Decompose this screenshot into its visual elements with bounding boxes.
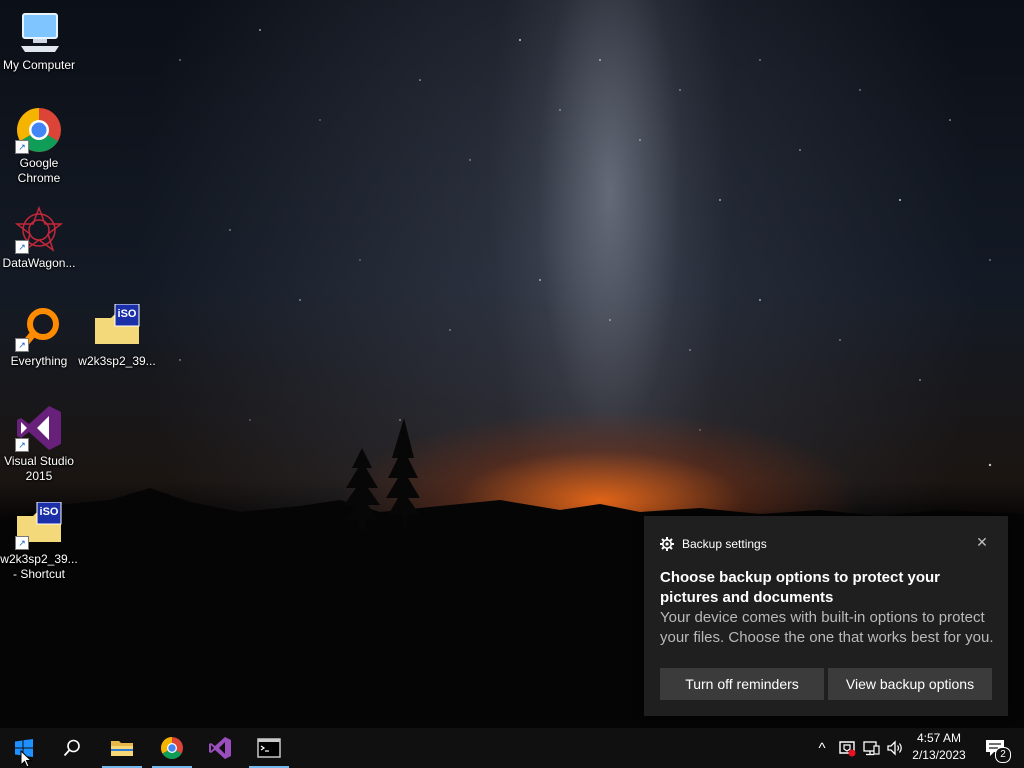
notification-count-badge: 2	[995, 747, 1011, 763]
taskbar: ^ 4:57 AM 2/13/2023 2	[0, 728, 1024, 768]
tray-volume[interactable]	[884, 728, 906, 768]
desktop-icon-iso-shortcut[interactable]: iSO ↗ w2k3sp2_39... - Shortcut	[0, 501, 78, 582]
chrome-icon	[161, 737, 183, 759]
clock-time: 4:57 AM	[916, 731, 962, 745]
toast-header: Backup settings	[660, 536, 767, 552]
taskbar-file-explorer[interactable]	[98, 728, 146, 768]
taskbar-clock[interactable]: 4:57 AM 2/13/2023	[908, 730, 970, 766]
chrome-icon: ↗	[15, 106, 63, 154]
shortcut-arrow-icon: ↗	[15, 438, 29, 452]
iso-file-icon: iSO	[93, 303, 141, 352]
terminal-icon	[257, 738, 281, 758]
desktop-icon-label: w2k3sp2_39... - Shortcut	[0, 552, 78, 581]
desktop-icon-datawagon[interactable]: ↗ DataWagon...	[0, 205, 78, 271]
toast-app-name: Backup settings	[682, 537, 767, 551]
shortcut-arrow-icon: ↗	[15, 338, 29, 352]
desktop-icon-label: Google Chrome	[17, 156, 61, 185]
turn-off-reminders-button[interactable]: Turn off reminders	[660, 668, 824, 700]
everything-search-icon: ↗	[15, 304, 63, 352]
iso-badge-text: iSO	[39, 506, 59, 518]
chevron-up-icon: ^	[818, 739, 826, 757]
clock-date: 2/13/2023	[912, 748, 966, 762]
network-icon	[863, 741, 880, 756]
shortcut-arrow-icon: ↗	[15, 240, 29, 254]
tray-security[interactable]	[836, 728, 858, 768]
security-shield-icon	[839, 741, 856, 757]
mouse-cursor-icon	[20, 750, 32, 768]
visual-studio-icon	[209, 737, 231, 759]
taskbar-command-prompt[interactable]	[245, 728, 293, 768]
desktop-icon-my-computer[interactable]: My Computer	[0, 8, 78, 73]
taskbar-visual-studio[interactable]	[196, 728, 244, 768]
start-button[interactable]	[0, 728, 48, 768]
volume-icon	[887, 740, 902, 756]
toast-body: Your device comes with built-in options …	[660, 609, 994, 646]
desktop-icon-label: Visual Studio 2015	[4, 454, 74, 483]
desktop-icon-google-chrome[interactable]: ↗ Google Chrome	[0, 106, 78, 186]
search-icon	[63, 739, 80, 757]
shortcut-arrow-icon: ↗	[15, 536, 29, 550]
tray-network[interactable]	[860, 728, 882, 768]
shortcut-arrow-icon: ↗	[15, 140, 29, 154]
desktop-icon-label: My Computer	[2, 58, 76, 72]
iso-badge-text: iSO	[117, 308, 137, 320]
action-center-button[interactable]: 2	[978, 728, 1012, 768]
view-backup-options-button[interactable]: View backup options	[828, 668, 992, 700]
desktop-icon-label: w2k3sp2_39...	[78, 354, 156, 368]
toast-title: Choose backup options to protect your pi…	[660, 569, 941, 606]
iso-file-icon: iSO ↗	[15, 501, 63, 550]
computer-icon	[15, 8, 63, 56]
search-button[interactable]	[48, 728, 96, 768]
gear-icon	[660, 537, 674, 551]
visual-studio-icon: ↗	[15, 404, 63, 452]
desktop-icon-everything[interactable]: ↗ Everything	[0, 304, 78, 369]
show-hidden-icons-button[interactable]: ^	[812, 728, 832, 768]
desktop-icon-label: DataWagon...	[2, 256, 76, 270]
backup-notification-toast[interactable]: Backup settings ✕ Choose backup options …	[644, 516, 1008, 716]
taskbar-chrome[interactable]	[148, 728, 196, 768]
desktop-icon-visual-studio[interactable]: ↗ Visual Studio 2015	[0, 404, 78, 484]
datawagon-icon: ↗	[14, 205, 64, 254]
desktop-icon-label: Everything	[10, 354, 68, 368]
folder-icon	[111, 741, 133, 756]
desktop-icon-iso-file[interactable]: iSO w2k3sp2_39...	[78, 303, 156, 369]
close-icon[interactable]: ✕	[974, 534, 990, 550]
